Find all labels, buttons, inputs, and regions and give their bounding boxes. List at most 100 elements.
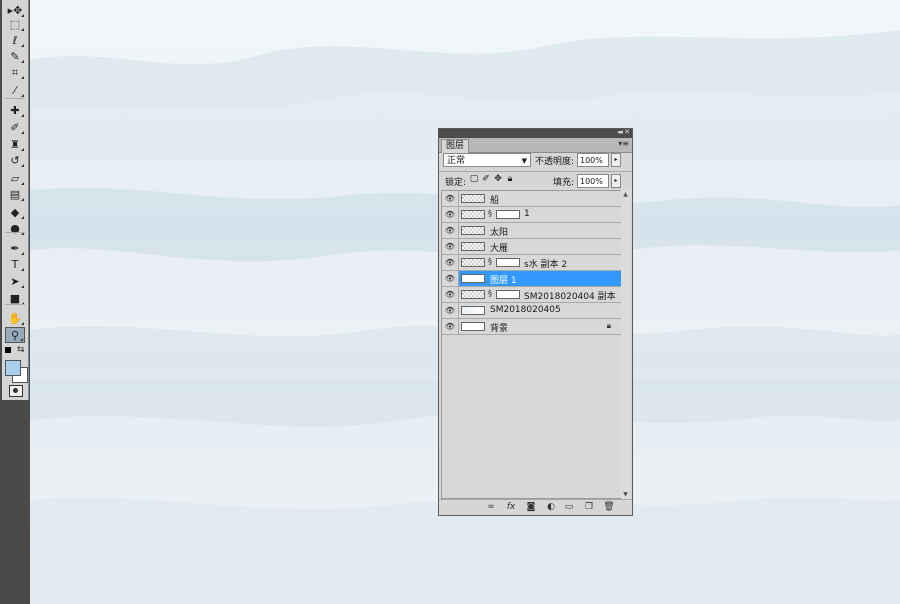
quick-select-tool-icon[interactable]: ✎ <box>5 48 25 64</box>
foreground-color-swatch[interactable] <box>5 360 21 376</box>
layer-row[interactable]: 👁︎ § s水 副本 2 <box>442 255 621 271</box>
fill-slider-button[interactable]: ▸ <box>611 174 621 188</box>
tool-flyout-indicator-icon <box>21 131 24 134</box>
tool-flyout-indicator-icon <box>21 148 24 151</box>
type-tool-icon[interactable]: T <box>5 256 25 272</box>
layer-row[interactable]: 👁︎ SM2018020405 <box>442 303 621 319</box>
blur-tool-icon[interactable]: ◆ <box>5 204 25 220</box>
close-panel-icon[interactable]: ✕ <box>624 128 630 136</box>
lock-all-icon[interactable]: 🔒︎ <box>505 174 515 184</box>
layer-thumbnail[interactable] <box>461 226 485 235</box>
tools-panel: ▸✥ ⬚ ℓ ✎ ⌗ ⁄ ✚ ✐ ♜ ↺ ▱ ▤ ◆ ● ✒ T ➤ ■ ✋ ⚲ ⇆ <box>0 0 30 604</box>
fill-input[interactable]: 100% <box>577 174 609 188</box>
layer-thumbnail[interactable] <box>461 274 485 283</box>
lock-fill-row: 锁定: ▢ ✐ ✥ 🔒︎ 填充: 100% ▸ <box>443 174 629 190</box>
layer-list-scrollbar[interactable]: ▲ ▼ <box>621 190 630 499</box>
eyedropper-tool-icon[interactable]: ⁄ <box>5 82 25 98</box>
tool-flyout-indicator-icon <box>21 252 24 255</box>
visibility-eye-icon[interactable]: 👁︎ <box>442 191 459 206</box>
tool-flyout-indicator-icon <box>21 268 24 271</box>
tool-separator <box>5 304 25 305</box>
tab-layers[interactable]: 图层 <box>441 139 470 153</box>
tool-flyout-indicator-icon <box>21 322 24 325</box>
new-layer-icon[interactable]: ❐ <box>583 502 595 512</box>
scroll-up-icon[interactable]: ▲ <box>621 190 630 199</box>
lock-position-icon[interactable]: ✥ <box>493 174 503 184</box>
visibility-eye-icon[interactable]: 👁︎ <box>442 239 459 254</box>
layer-lock-icon: 🔒︎ <box>606 321 611 330</box>
delete-layer-icon[interactable]: 🗑︎ <box>603 502 615 512</box>
blend-mode-select[interactable]: 正常 ▼ <box>443 153 531 167</box>
layer-thumbnail[interactable] <box>461 322 485 331</box>
layer-thumbnail[interactable] <box>461 242 485 251</box>
layer-name: 太阳 <box>490 228 509 238</box>
layer-name: SM2018020405 <box>490 305 561 315</box>
add-mask-icon[interactable]: ◙ <box>525 502 537 512</box>
panel-titlebar[interactable]: ◂◂ ✕ <box>439 128 632 138</box>
mask-link-icon[interactable]: § <box>488 289 492 298</box>
healing-brush-tool-icon[interactable]: ✚ <box>5 102 25 118</box>
eraser-tool-icon[interactable]: ▱ <box>5 170 25 186</box>
collapse-panel-icon[interactable]: ◂◂ <box>617 128 623 136</box>
new-group-icon[interactable]: ▭ <box>563 502 575 512</box>
opacity-slider-button[interactable]: ▸ <box>611 153 621 167</box>
visibility-eye-icon[interactable]: 👁︎ <box>442 287 459 302</box>
scroll-down-icon[interactable]: ▼ <box>621 490 630 499</box>
link-layers-icon[interactable]: ∞ <box>485 502 497 512</box>
lasso-tool-icon[interactable]: ℓ <box>5 32 25 48</box>
swap-colors-icon[interactable]: ⇆ <box>17 345 25 355</box>
path-select-tool-icon[interactable]: ➤ <box>5 273 25 289</box>
visibility-eye-icon[interactable]: 👁︎ <box>442 223 459 238</box>
opacity-input[interactable]: 100% <box>577 153 609 167</box>
panel-footer: ∞ fx ◙ ◐ ▭ ❐ 🗑︎ <box>439 499 632 515</box>
clone-stamp-tool-icon[interactable]: ♜ <box>5 136 25 152</box>
quick-mask-icon[interactable] <box>9 385 23 397</box>
lock-pixels-icon[interactable]: ✐ <box>481 174 491 184</box>
layer-row[interactable]: 👁︎ 船 <box>442 191 621 207</box>
tool-flyout-indicator-icon <box>21 94 24 97</box>
tool-flyout-indicator-icon <box>21 164 24 167</box>
panel-menu-icon[interactable]: ▾≡ <box>618 139 629 148</box>
layer-thumbnail[interactable] <box>461 306 485 315</box>
adjustment-layer-icon[interactable]: ◐ <box>545 502 557 512</box>
layer-mask-thumbnail[interactable] <box>496 258 520 267</box>
layer-row[interactable]: 👁︎ § 1 <box>442 207 621 223</box>
default-colors-icon[interactable] <box>5 347 11 353</box>
layer-thumbnail[interactable] <box>461 210 485 219</box>
layer-row[interactable]: 👁︎ 背景 🔒︎ <box>442 319 621 335</box>
hand-tool-icon[interactable]: ✋ <box>5 310 25 326</box>
layer-name: 1 <box>524 209 530 219</box>
visibility-eye-icon[interactable]: 👁︎ <box>442 319 459 334</box>
layer-thumbnail[interactable] <box>461 290 485 299</box>
marquee-tool-icon[interactable]: ⬚ <box>5 16 25 32</box>
layer-row[interactable]: 👁︎ 图层 1 <box>442 271 621 287</box>
crop-tool-icon[interactable]: ⌗ <box>5 64 25 80</box>
layer-name: 大雁 <box>490 244 509 254</box>
layer-mask-thumbnail[interactable] <box>496 290 520 299</box>
layer-row[interactable]: 👁︎ § SM2018020404 副本 <box>442 287 621 303</box>
layer-name: 船 <box>490 196 500 206</box>
layers-panel: ◂◂ ✕ 图层 ▾≡ 正常 ▼ 不透明度: 100% ▸ 锁定: ▢ ✐ ✥ 🔒… <box>438 128 633 516</box>
mask-link-icon[interactable]: § <box>488 257 492 266</box>
visibility-eye-icon[interactable]: 👁︎ <box>442 207 459 222</box>
fx-icon[interactable]: fx <box>505 502 517 512</box>
layer-thumbnail[interactable] <box>461 194 485 203</box>
tool-separator <box>5 98 25 99</box>
visibility-eye-icon[interactable]: 👁︎ <box>442 303 459 318</box>
zoom-tool-icon[interactable]: ⚲ <box>5 327 25 343</box>
layer-mask-thumbnail[interactable] <box>496 210 520 219</box>
gradient-tool-icon[interactable]: ▤ <box>5 186 25 202</box>
layer-row[interactable]: 👁︎ 太阳 <box>442 223 621 239</box>
brush-tool-icon[interactable]: ✐ <box>5 119 25 135</box>
visibility-eye-icon[interactable]: 👁︎ <box>442 255 459 270</box>
mask-link-icon[interactable]: § <box>488 209 492 218</box>
visibility-eye-icon[interactable]: 👁︎ <box>442 271 459 286</box>
pen-tool-icon[interactable]: ✒ <box>5 240 25 256</box>
history-brush-tool-icon[interactable]: ↺ <box>5 152 25 168</box>
dodge-tool-icon[interactable]: ● <box>5 220 25 236</box>
layer-name: 图层 1 <box>490 276 517 286</box>
lock-transparency-icon[interactable]: ▢ <box>469 174 479 184</box>
lock-label: 锁定: <box>445 178 467 188</box>
layer-row[interactable]: 👁︎ 大雁 <box>442 239 621 255</box>
layer-thumbnail[interactable] <box>461 258 485 267</box>
